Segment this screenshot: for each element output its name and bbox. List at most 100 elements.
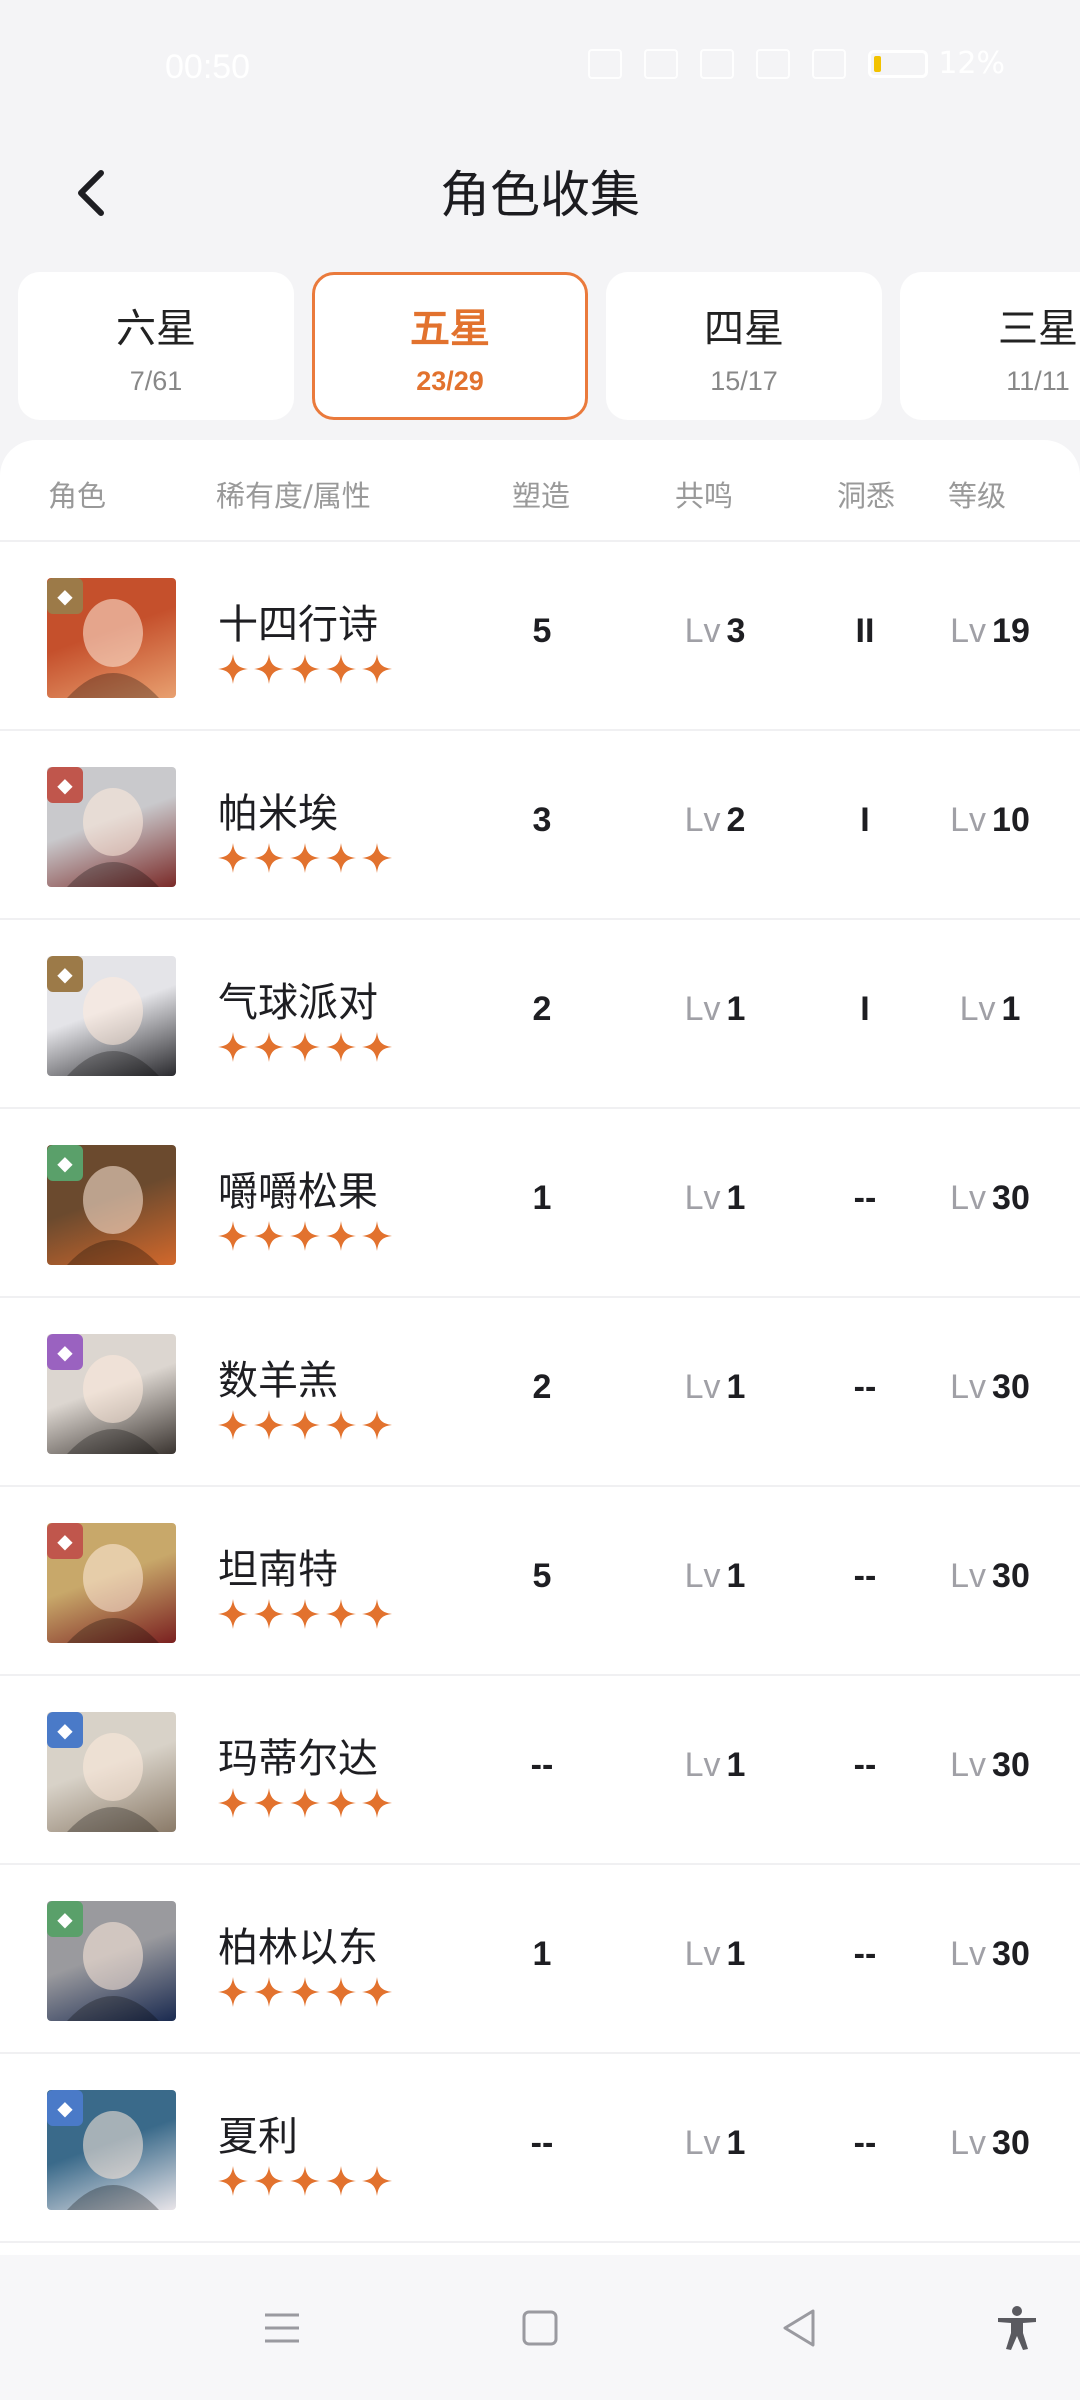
star-icon	[254, 654, 284, 684]
insight-value: II	[855, 612, 875, 650]
tab-six-star[interactable]: 六星 7/61	[18, 272, 294, 420]
table-row[interactable]: ◆ 坦南特 5 Lv 1 -- Lv 30	[0, 1487, 1080, 1676]
star-icon	[218, 1221, 248, 1251]
col-shape[interactable]: 塑造	[512, 473, 570, 515]
mute-icon	[588, 48, 623, 79]
resonance-value: Lv 2	[660, 801, 770, 840]
insight-value: I	[860, 990, 870, 1028]
character-level: 19	[992, 612, 1030, 650]
plant-attribute-icon: ◆	[47, 1145, 83, 1181]
shape-value: 5	[532, 1557, 552, 1595]
beast-attribute-icon: ◆	[47, 578, 83, 614]
star-icon	[218, 1410, 248, 1440]
star-icon	[218, 1788, 248, 1818]
star-icon	[254, 1410, 284, 1440]
star-icon	[290, 1977, 320, 2007]
accessibility-icon[interactable]	[992, 2303, 1042, 2353]
resonance-value: Lv 1	[660, 1935, 770, 1974]
rarity-stars	[218, 1221, 392, 1251]
resonance-value: Lv 1	[660, 1557, 770, 1596]
page-title: 角色收集	[440, 166, 640, 224]
shape-value: 3	[532, 801, 552, 839]
star-attribute-icon: ◆	[47, 2090, 83, 2126]
plant-claw-attribute-icon: ◆	[47, 1523, 83, 1559]
level-value: Lv 30	[935, 1935, 1045, 1974]
system-nav-bar	[0, 2255, 1080, 2400]
nfc-icon	[700, 48, 735, 79]
shape-value: 1	[532, 1179, 552, 1217]
status-time: 00:50	[165, 48, 251, 86]
star-icon	[254, 2166, 284, 2196]
rarity-stars	[218, 1977, 392, 2007]
character-portrait: ◆	[47, 1901, 176, 2021]
star-icon	[290, 1410, 320, 1440]
tab-label: 六星	[116, 305, 196, 352]
star-icon	[326, 1221, 356, 1251]
shape-value: 2	[532, 1368, 552, 1406]
character-list: 角色 稀有度/属性 塑造 共鸣 洞悉 等级 ◆ 十四行诗 5 Lv 3 II Lv…	[0, 440, 1080, 2255]
character-name: 气球派对	[218, 980, 378, 1026]
table-row[interactable]: ◆ 嚼嚼松果 1 Lv 1 -- Lv 30	[0, 1109, 1080, 1298]
star-icon	[362, 843, 392, 873]
lv-prefix: Lv	[684, 1557, 721, 1595]
star-icon	[254, 843, 284, 873]
table-row[interactable]: ◆ 柏林以东 1 Lv 1 -- Lv 30	[0, 1865, 1080, 2054]
character-name: 柏林以东	[218, 1925, 378, 1971]
lv-prefix: Lv	[950, 1935, 987, 1973]
resonance-level: 3	[726, 612, 746, 650]
rarity-stars	[218, 1788, 392, 1818]
insight-value: --	[853, 1179, 877, 1217]
home-icon[interactable]	[515, 2303, 565, 2353]
tab-five-star[interactable]: 五星 23/29	[312, 272, 588, 420]
col-role: 角色	[48, 479, 107, 513]
lv-prefix: Lv	[950, 1179, 987, 1217]
level-value: Lv 30	[935, 1746, 1045, 1785]
resonance-value: Lv 1	[660, 1746, 770, 1785]
table-row[interactable]: ◆ 帕米埃 3 Lv 2 I Lv 10	[0, 731, 1080, 920]
resonance-level: 1	[726, 1179, 746, 1217]
character-portrait: ◆	[47, 956, 176, 1076]
star-icon	[218, 843, 248, 873]
wifi-icon	[644, 48, 679, 79]
level-value: Lv 10	[935, 801, 1045, 840]
star-icon	[326, 2166, 356, 2196]
star-icon	[218, 1032, 248, 1062]
col-resonance[interactable]: 共鸣	[675, 473, 733, 515]
col-level[interactable]: 等级	[948, 473, 1006, 515]
star-icon	[362, 1599, 392, 1629]
star-icon	[218, 1977, 248, 2007]
menu-icon[interactable]	[257, 2303, 307, 2353]
table-row[interactable]: ◆ 数羊羔 2 Lv 1 -- Lv 30	[0, 1298, 1080, 1487]
table-row[interactable]: ◆ 玛蒂尔达 -- Lv 1 -- Lv 30	[0, 1676, 1080, 1865]
col-rarity[interactable]: 稀有度/属性	[216, 473, 371, 515]
character-level: 30	[992, 1935, 1030, 1973]
resonance-value: Lv 1	[660, 1179, 770, 1218]
star-icon	[362, 1788, 392, 1818]
resonance-level: 1	[726, 2124, 746, 2162]
character-level: 1	[1001, 990, 1021, 1028]
table-row[interactable]: ◆ 十四行诗 5 Lv 3 II Lv 19	[0, 542, 1080, 731]
table-row[interactable]: ◆ 夏利 -- Lv 1 -- Lv 30	[0, 2054, 1080, 2243]
star-attribute-icon: ◆	[47, 1712, 83, 1748]
resonance-level: 1	[726, 1368, 746, 1406]
resonance-value: Lv 1	[660, 1368, 770, 1407]
rarity-stars	[218, 654, 392, 684]
insight-value: --	[853, 1368, 877, 1406]
tab-count: 23/29	[416, 365, 484, 396]
beast-attribute-icon: ◆	[47, 956, 83, 992]
character-name: 嚼嚼松果	[218, 1169, 378, 1215]
tab-four-star[interactable]: 四星 15/17	[606, 272, 882, 420]
star-icon	[326, 843, 356, 873]
back-icon[interactable]	[775, 2303, 825, 2353]
signal-icon	[756, 48, 791, 79]
rows-container: ◆ 十四行诗 5 Lv 3 II Lv 19 ◆ 帕米埃 3 Lv 2 I Lv 10 …	[0, 542, 1080, 2243]
tab-three-star[interactable]: 三星 11/11	[900, 272, 1080, 420]
col-insight[interactable]: 洞悉	[837, 473, 895, 515]
table-row[interactable]: ◆ 气球派对 2 Lv 1 I Lv 1	[0, 920, 1080, 1109]
lv-prefix: Lv	[684, 1935, 721, 1973]
star-icon	[254, 1599, 284, 1629]
insight-value: I	[860, 801, 870, 839]
level-value: Lv 30	[935, 1179, 1045, 1218]
resonance-level: 1	[726, 990, 746, 1028]
level-value: Lv 1	[935, 990, 1045, 1029]
